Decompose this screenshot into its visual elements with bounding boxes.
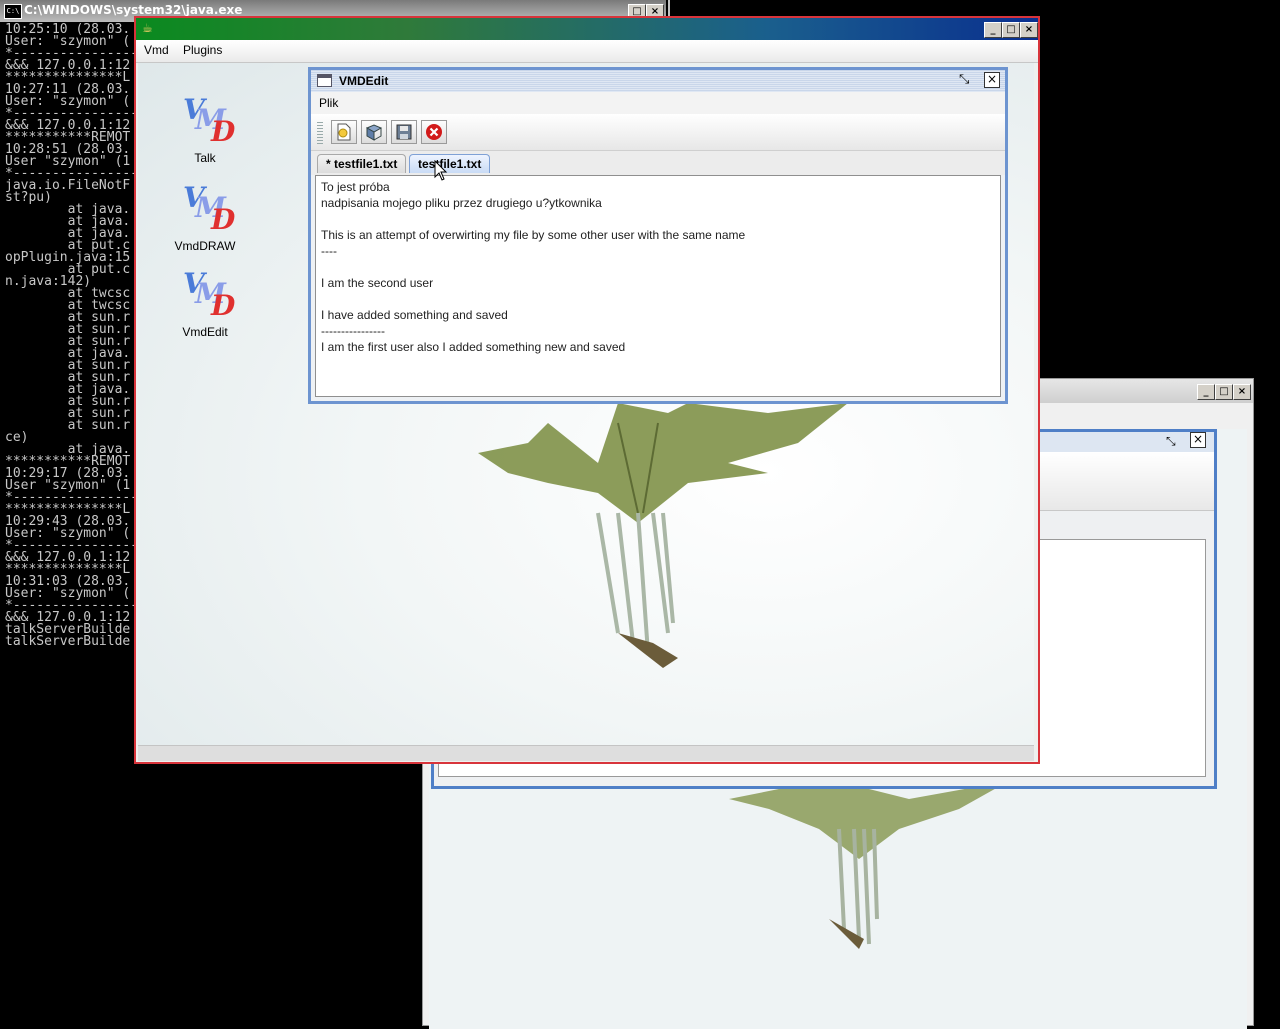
save-icon — [396, 124, 412, 140]
desktop-icon-vmddraw[interactable]: V M D VmdDRAW — [160, 181, 250, 253]
vmdedit-tab-strip: * testfile1.txt testfile1.txt — [311, 151, 1005, 175]
desktop-icon-vmdedit[interactable]: V M D VmdEdit — [160, 267, 250, 339]
menu-vmd[interactable]: Vmd — [144, 43, 169, 57]
close-icon[interactable]: × — [1190, 432, 1206, 448]
main-window-title-bar[interactable]: ☕ _ □ × — [136, 18, 1038, 40]
desktop-icon-label: Talk — [194, 151, 216, 165]
close-icon[interactable]: × — [1020, 22, 1038, 38]
text-line: To jest próba — [321, 180, 390, 194]
menu-plugins[interactable]: Plugins — [183, 43, 222, 57]
vmd-logo-icon: V M D — [183, 181, 236, 236]
java-cup-icon: ☕ — [142, 21, 153, 35]
minimize-icon[interactable]: _ — [984, 22, 1002, 38]
mouse-pointer-icon — [434, 160, 448, 181]
vmdedit-menu-bar: Plik — [311, 92, 1005, 114]
desktop-icon-label: VmdDRAW — [174, 239, 236, 253]
text-line: nadpisania mojego pliku przez drugiego u… — [321, 196, 602, 210]
main-menu-bar: Vmd Plugins — [136, 40, 1038, 63]
save-button[interactable] — [391, 120, 417, 144]
open-file-icon — [365, 124, 383, 141]
status-bar — [138, 745, 1034, 761]
vmd-logo-icon: V M D — [183, 93, 236, 148]
plant-image — [729, 779, 1009, 949]
restore-icon[interactable]: ⤡ — [959, 72, 969, 87]
text-line: ---- — [321, 244, 337, 258]
close-icon[interactable]: × — [1233, 384, 1251, 400]
desktop-icon-label: VmdEdit — [182, 325, 228, 339]
vmdedit-title-bar[interactable]: VMDEdit ⤡ × — [311, 70, 1005, 92]
close-file-button[interactable] — [421, 120, 447, 144]
vmdedit-text-area[interactable]: To jest próba nadpisania mojego pliku prz… — [315, 175, 1001, 397]
new-file-icon — [337, 123, 351, 141]
frame-icon — [317, 74, 332, 87]
text-line: This is an attempt of overwirting my fil… — [321, 228, 746, 242]
restore-icon[interactable]: ⤡ — [1166, 434, 1176, 449]
maximize-icon[interactable]: □ — [1215, 384, 1233, 400]
console-output: 10:25:10 (28.03. User: "szymon" ( *-----… — [5, 23, 146, 649]
vmdedit-window: VMDEdit ⤡ × Plik * testfile1.txt testfil… — [308, 67, 1008, 404]
text-line: ---------------- — [321, 324, 385, 338]
open-file-button[interactable] — [361, 120, 387, 144]
text-line: I have added something and saved — [321, 308, 508, 322]
close-circle-icon — [426, 124, 442, 140]
vmd-logo-icon: V M D — [183, 267, 236, 322]
new-file-button[interactable] — [331, 120, 357, 144]
vmdedit-toolbar — [311, 114, 1005, 151]
close-icon[interactable]: × — [984, 72, 1000, 88]
plant-image — [478, 403, 848, 668]
desktop-icon-talk[interactable]: V M D Talk — [160, 93, 250, 165]
maximize-icon[interactable]: □ — [1002, 22, 1020, 38]
minimize-icon[interactable]: _ — [1197, 384, 1215, 400]
toolbar-grip[interactable] — [317, 120, 323, 144]
text-line: I am the second user — [321, 276, 434, 290]
console-title: C:\WINDOWS\system32\java.exe — [24, 3, 243, 17]
text-line: I am the first user also I added somethi… — [321, 340, 626, 354]
vmdedit-title: VMDEdit — [339, 74, 389, 88]
tab-testfile1-active[interactable]: testfile1.txt — [409, 154, 491, 173]
tab-testfile1-modified[interactable]: * testfile1.txt — [317, 154, 407, 173]
console-app-icon: C:\ — [4, 4, 22, 19]
menu-plik[interactable]: Plik — [319, 96, 338, 110]
console-line: talkServerBuilde — [5, 634, 131, 649]
